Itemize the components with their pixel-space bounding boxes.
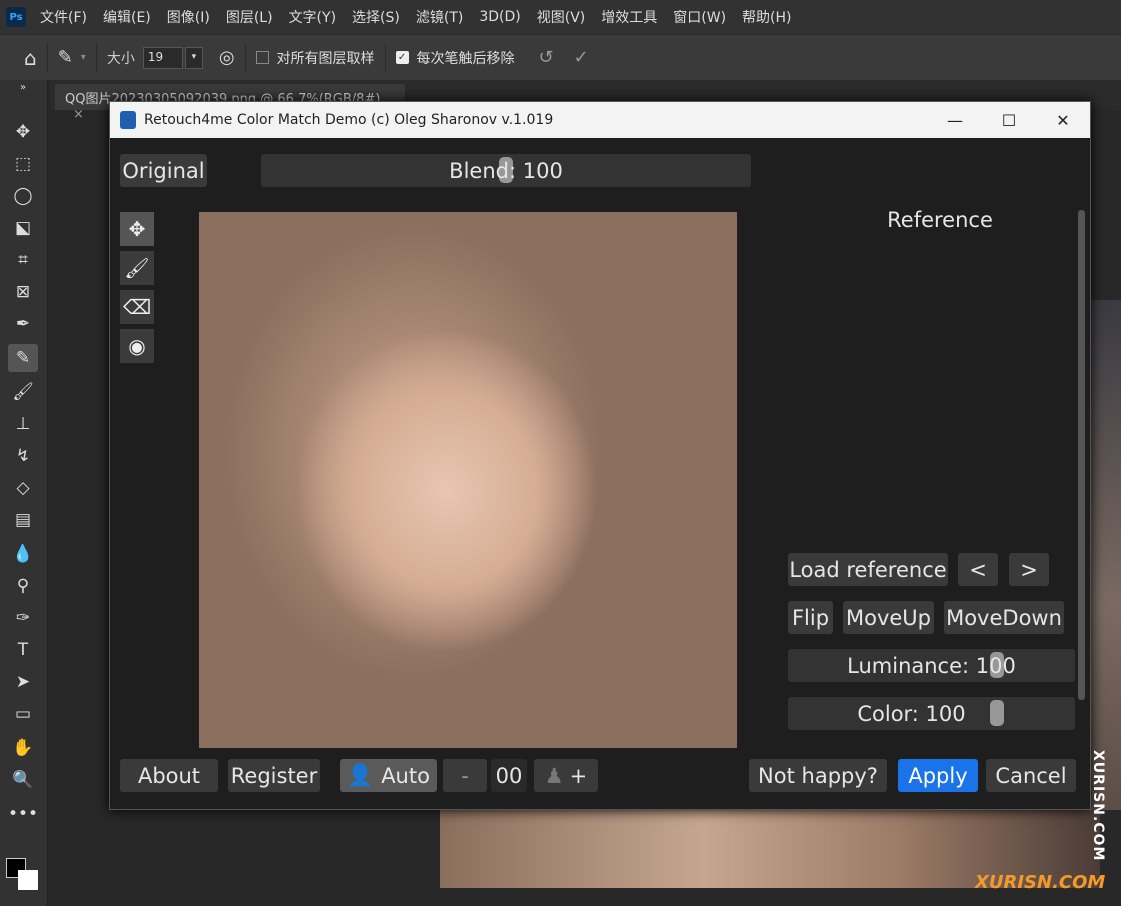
hand-tool-icon[interactable]: ✋ — [8, 734, 38, 762]
close-icon[interactable]: ✕ — [1036, 102, 1090, 138]
remove-label: 每次笔触后移除 — [416, 50, 515, 67]
menu-help[interactable]: 帮助(H) — [742, 7, 791, 27]
blend-slider[interactable]: Blend: 100 — [261, 154, 751, 187]
dodge-tool-icon[interactable]: ⚲ — [8, 572, 38, 600]
remove-checkbox[interactable]: ✓ — [395, 51, 409, 64]
crop-tool-icon[interactable]: ⌗ — [8, 246, 38, 274]
about-button[interactable]: About — [120, 759, 218, 792]
eraser-icon[interactable]: ⌫ — [120, 290, 154, 324]
watermark-logo: XURISN.COM — [975, 872, 1106, 893]
blur-tool-icon[interactable]: 💧 — [8, 540, 38, 568]
increase-faces-button[interactable]: ♟ + — [534, 759, 598, 792]
close-tab-icon[interactable]: × — [73, 107, 84, 122]
auto-button[interactable]: 👤 Auto — [340, 759, 437, 792]
luminance-label: Luminance: 100 — [847, 653, 1016, 678]
next-reference-button[interactable]: > — [1009, 553, 1049, 586]
move-icon[interactable]: ✥ — [120, 212, 154, 246]
reference-scrollbar[interactable] — [1078, 210, 1085, 700]
color-slider[interactable]: Color: 100 — [788, 697, 1075, 730]
register-button[interactable]: Register — [228, 759, 320, 792]
move-tool-icon[interactable]: ✥ — [8, 118, 38, 146]
menu-type[interactable]: 文字(Y) — [289, 7, 336, 27]
path-select-icon[interactable]: ➤ — [8, 668, 38, 696]
menu-layer[interactable]: 图层(L) — [226, 7, 273, 27]
frame-tool-icon[interactable]: ⊠ — [8, 278, 38, 306]
menubar: Ps 文件(F) 编辑(E) 图像(I) 图层(L) 文字(Y) 选择(S) 滤… — [0, 0, 1121, 34]
previous-reference-button[interactable]: < — [958, 553, 998, 586]
healing-brush-icon[interactable]: ✎ — [58, 47, 73, 68]
menu-3d[interactable]: 3D(D) — [479, 9, 520, 25]
menu-view[interactable]: 视图(V) — [537, 7, 586, 27]
sample-all-checkbox[interactable] — [255, 51, 269, 64]
object-select-icon[interactable]: ⬕ — [8, 214, 38, 242]
menu-plugins[interactable]: 增效工具 — [601, 7, 657, 27]
person-minus-icon: - — [461, 763, 469, 788]
menu-window[interactable]: 窗口(W) — [673, 7, 726, 27]
size-label: 大小 — [106, 50, 135, 67]
zoom-tool-icon[interactable]: 🔍 — [8, 766, 38, 794]
not-happy-button[interactable]: Not happy? — [749, 759, 887, 792]
face-target-icon[interactable]: ◉ — [120, 329, 154, 363]
home-icon[interactable]: ⌂ — [24, 46, 37, 70]
commit-check-icon[interactable]: ✓ — [574, 47, 589, 68]
face-count: 00 — [491, 759, 527, 792]
preview-image[interactable] — [199, 212, 737, 748]
rectangle-tool-icon[interactable]: ▭ — [8, 700, 38, 728]
photoshop-logo: Ps — [6, 7, 26, 27]
healing-tool-icon[interactable]: ✎ — [8, 344, 38, 372]
more-tools-icon[interactable]: ••• — [8, 800, 38, 828]
dialog-titlebar: Retouch4me Color Match Demo (c) Oleg Sha… — [110, 102, 1090, 138]
cancel-button[interactable]: Cancel — [986, 759, 1076, 792]
options-bar: ⌂ ✎ ▾ 大小 19 ▾ ◎ 对所有图层取样 ✓ 每次笔触后移除 ↺ ✓ — [0, 34, 1121, 80]
tools-panel: » ✥ ⬚ ◯ ⬕ ⌗ ⊠ ✒ ✎ 🖌 ⊥ ↯ ◇ ▤ 💧 ⚲ ✑ T ➤ ▭ … — [0, 80, 48, 906]
size-dropdown[interactable]: ▾ — [184, 46, 203, 69]
gradient-tool-icon[interactable]: ▤ — [8, 506, 38, 534]
person-icon: 👤 — [347, 763, 374, 787]
chevron-down-icon[interactable]: ▾ — [81, 52, 86, 63]
color-slider-knob[interactable] — [990, 700, 1004, 726]
flip-button[interactable]: Flip — [788, 601, 833, 634]
expand-icon[interactable]: » — [8, 80, 38, 94]
load-reference-button[interactable]: Load reference — [788, 553, 948, 586]
pressure-icon[interactable]: ◎ — [219, 47, 235, 68]
marquee-tool-icon[interactable]: ⬚ — [8, 150, 38, 178]
eyedropper-icon[interactable]: ✒ — [8, 310, 38, 338]
luminance-slider[interactable]: Luminance: 100 — [788, 649, 1075, 682]
reset-icon[interactable]: ↺ — [539, 47, 554, 68]
menu-image[interactable]: 图像(I) — [167, 7, 210, 27]
reference-label: Reference — [887, 208, 993, 232]
minimize-icon[interactable]: — — [928, 102, 982, 138]
apply-button[interactable]: Apply — [898, 759, 978, 792]
stamp-tool-icon[interactable]: ⊥ — [8, 410, 38, 438]
color-match-dialog: Retouch4me Color Match Demo (c) Oleg Sha… — [109, 101, 1091, 810]
menu-select[interactable]: 选择(S) — [352, 7, 400, 27]
eraser-tool-icon[interactable]: ◇ — [8, 474, 38, 502]
menu-edit[interactable]: 编辑(E) — [103, 7, 151, 27]
person-plus-icon: ♟ — [544, 763, 564, 788]
app-icon — [120, 111, 136, 129]
move-up-button[interactable]: MoveUp — [843, 601, 934, 634]
pen-tool-icon[interactable]: ✑ — [8, 604, 38, 632]
brush-icon[interactable]: 🖌 — [120, 251, 154, 285]
sample-all-label: 对所有图层取样 — [276, 50, 375, 67]
menu-filter[interactable]: 滤镜(T) — [416, 7, 463, 27]
move-down-button[interactable]: MoveDown — [944, 601, 1064, 634]
blend-label: Blend: 100 — [449, 158, 563, 183]
type-tool-icon[interactable]: T — [8, 636, 38, 664]
watermark-vertical: XURISN.COM — [1090, 750, 1106, 862]
menu-file[interactable]: 文件(F) — [40, 7, 87, 27]
lasso-tool-icon[interactable]: ◯ — [8, 182, 38, 210]
brush-tool-icon[interactable]: 🖌 — [8, 378, 38, 406]
dialog-title: Retouch4me Color Match Demo (c) Oleg Sha… — [144, 112, 554, 128]
background-color-swatch[interactable] — [18, 870, 38, 890]
face-count-value: 00 — [495, 763, 523, 788]
decrease-faces-button[interactable]: - — [443, 759, 487, 792]
color-label: Color: 100 — [857, 701, 966, 726]
original-button[interactable]: Original — [120, 154, 207, 187]
auto-label: Auto — [381, 763, 430, 788]
size-input[interactable]: 19 — [142, 46, 183, 69]
maximize-icon[interactable]: ☐ — [982, 102, 1036, 138]
history-brush-icon[interactable]: ↯ — [8, 442, 38, 470]
plus-label: + — [569, 763, 588, 788]
